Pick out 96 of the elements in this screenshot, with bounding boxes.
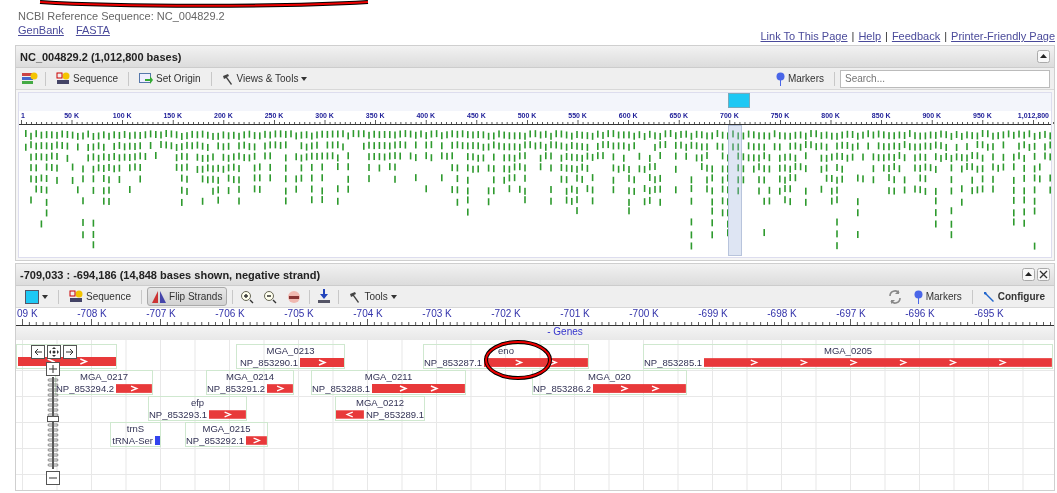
caret-icon [301,76,308,81]
gene-feature[interactable]: MGA_0217 NP_853294.2 [55,370,153,395]
ruler-label: -704 K [353,308,383,319]
configure-button[interactable]: Configure [977,287,1050,306]
marker-pin-icon [913,289,923,304]
ruler-label: -697 K [836,308,866,319]
ruler-label: -695 K [974,308,1004,319]
gene-name: MGA_0214 [225,371,275,382]
gene-feature[interactable]: MGA_0205 NP_853285.1 [643,344,1053,369]
gene-name: MGA_0215 [202,423,251,434]
gene-product: NP_853293.1 [149,409,208,420]
ruler-label: -700 K [629,308,659,319]
panel-title: NC_004829.2 (1,012,800 bases) [20,50,182,63]
plus-icon [48,364,58,374]
markers-button[interactable]: Markers [770,69,829,88]
gene-name: MGA_0217 [79,371,129,382]
sequence-button[interactable]: Sequence [64,287,137,306]
collapse-icon[interactable] [1037,50,1050,63]
link-separator: | [851,30,855,42]
origin-icon [139,72,154,85]
hammer-icon [221,72,234,85]
collapse-icon[interactable] [1022,268,1035,281]
link-separator: | [885,30,888,42]
gene-name: MGA_0205 [823,345,873,356]
gene-name: trnS [126,423,145,434]
zoom-in-button[interactable] [46,362,60,376]
page-link[interactable]: Link To This Page [760,30,848,42]
right-arrow-icon [65,347,75,357]
gene-name: MGA_0212 [355,397,405,408]
sequence-icon [69,290,83,303]
panel-title: -709,033 : -694,186 (14,848 bases shown, negative strand) [20,268,321,281]
ruler-label: -696 K [905,308,935,319]
caret-icon [42,294,48,299]
format-link[interactable]: GenBank [18,24,64,36]
gene-product: NP_853292.1 [186,435,245,446]
gene-feature[interactable]: efp NP_853293.1 [148,396,247,421]
format-link[interactable]: FASTA [75,24,110,36]
sequence-icon [56,72,70,85]
ruler-label: 09 K [17,308,38,319]
gene-feature[interactable]: MGA_020 NP_853286.2 [532,370,687,395]
gene-name: efp [190,397,205,408]
gene-product: NP_853291.2 [207,383,266,394]
ruler-label: -706 K [215,308,245,319]
search-field[interactable]: Search... [840,69,1050,88]
ruler-label: -698 K [767,308,797,319]
ruler-label: -701 K [560,308,590,319]
ruler-label: -699 K [698,308,728,319]
marker-pin-icon [775,71,785,86]
tools-menu[interactable]: Tools [344,287,402,306]
track-label: - Genes [547,326,583,339]
flip-strands-button[interactable]: Flip Strands [147,287,228,306]
views-tools-menu[interactable]: Views & Tools [216,69,313,88]
gene-product: NP_853287.1 [424,357,483,368]
left-arrow-icon [33,347,43,357]
pan-right-button[interactable] [63,345,77,359]
ruler-label: -703 K [422,308,452,319]
gene-feature[interactable]: MGA_0214 NP_853291.2 [206,370,294,395]
gene-product: NP_853290.1 [239,357,298,368]
pan-left-button[interactable] [31,345,45,359]
gene-name: MGA_020 [588,371,631,382]
gene-feature[interactable]: trnS tRNA-Ser [110,422,161,447]
viewport-handle[interactable] [728,93,750,108]
page-link[interactable]: Printer-Friendly Page [951,30,1055,42]
gene-product: tRNA-Ser [112,435,153,446]
gene-bar[interactable] [484,358,588,367]
gene-product: NP_853289.1 [365,409,424,420]
zoom-out-button[interactable] [46,471,60,485]
gene-name: eno [498,345,514,356]
gene-product: NP_853288.1 [312,383,371,394]
set-origin-button[interactable]: Set Origin [134,69,206,88]
ruler-label: -708 K [77,308,107,319]
gene-product: NP_853285.1 [644,357,703,368]
gene-feature[interactable]: MGA_0215 NP_853292.1 [185,422,268,447]
ruler-label: -702 K [491,308,521,319]
ruler-label: -705 K [284,308,314,319]
gene-feature[interactable]: MGA_0213 NP_853290.1 [236,344,345,369]
reference-sequence-text: NCBI Reference Sequence: NC_004829.2 [18,10,225,22]
ruler-label: -707 K [146,308,176,319]
move-icon [49,347,59,357]
sequence-button[interactable]: Sequence [51,69,124,88]
page-link[interactable]: Help [858,30,882,42]
gene-name: MGA_0213 [266,345,315,356]
gene-feature[interactable]: MGA_0212 NP_853289.1 [335,396,425,421]
gene-name: MGA_0211 [364,371,413,382]
gene-feature[interactable]: eno NP_853287.1 [423,344,589,369]
close-icon[interactable] [1037,268,1050,281]
recenter-button[interactable] [47,345,61,359]
hammer-icon [349,290,362,303]
markers-button[interactable]: Markers [908,287,967,306]
page-link[interactable]: Feedback [891,30,941,42]
gene-product: NP_853294.2 [56,383,115,394]
flip-icon [152,290,167,303]
gene-product: NP_853286.2 [533,383,592,394]
caret-icon [390,294,397,299]
gene-feature[interactable]: MGA_0211 NP_853288.1 [311,370,466,395]
link-separator: | [944,30,948,42]
